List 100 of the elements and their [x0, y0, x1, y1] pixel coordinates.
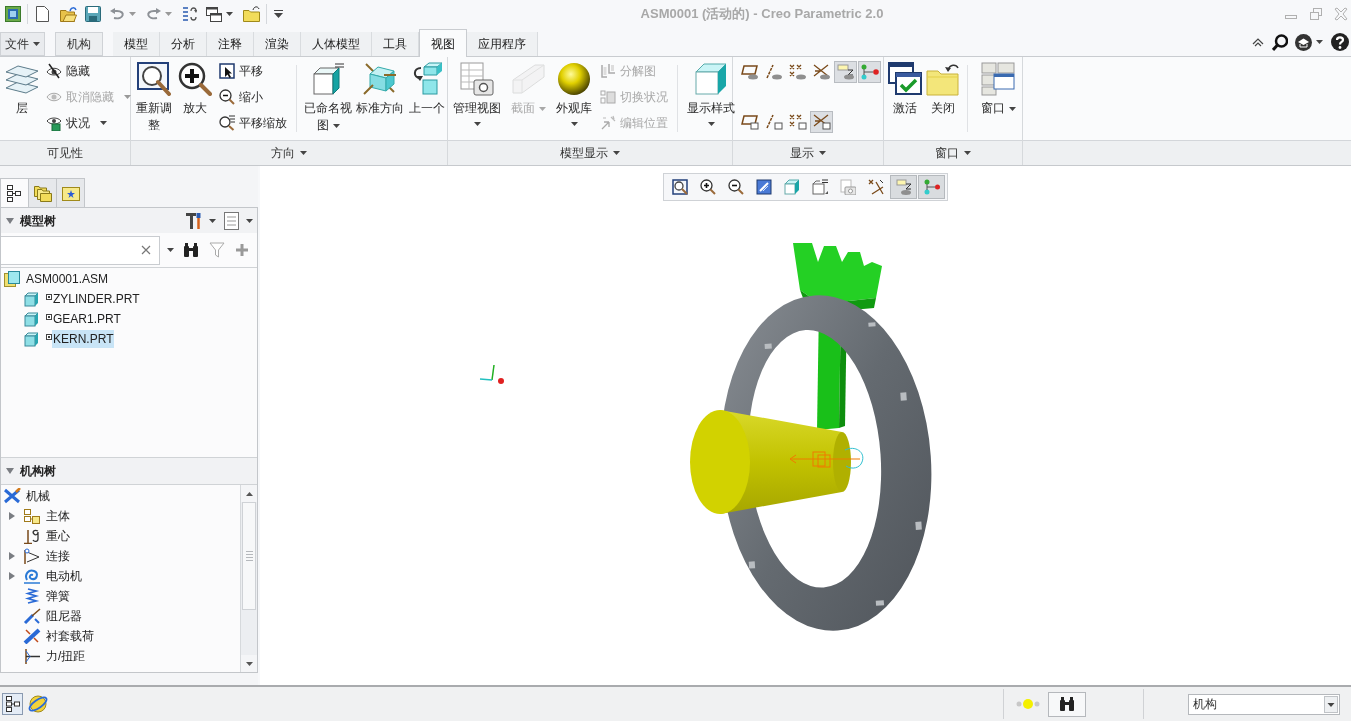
list-icon — [224, 211, 239, 230]
favorites-tab[interactable] — [56, 178, 85, 207]
layers-button[interactable]: 层 — [3, 57, 41, 139]
annotation-display-toggle[interactable] — [834, 61, 857, 83]
graduation-cap-icon[interactable] — [1295, 33, 1312, 51]
customize-toolbar-icon[interactable] — [274, 10, 283, 18]
tree-item[interactable]: ASM0001.ASM — [25, 270, 110, 288]
standard-orientation-button[interactable]: 标准方向 — [355, 57, 405, 139]
manage-views-button[interactable]: 管理视图 — [451, 57, 503, 139]
activate-button[interactable]: 激活 — [887, 57, 923, 139]
ribbon-tab[interactable]: 应用程序 — [467, 32, 538, 56]
caret-icon — [209, 218, 216, 223]
plane-icon — [740, 64, 759, 80]
appearance-gallery-button[interactable]: 外观库 — [553, 57, 595, 139]
save-icon[interactable] — [85, 6, 101, 22]
tree-item[interactable]: 弹簧 — [46, 587, 70, 605]
zoom-out-button[interactable]: 缩小 — [219, 86, 287, 108]
mode-tab[interactable]: 机构 — [55, 32, 103, 56]
binoculars-icon[interactable] — [183, 242, 199, 258]
annotation-display-button[interactable] — [890, 175, 917, 199]
plus-icon[interactable] — [235, 243, 249, 257]
filter-icon[interactable] — [209, 242, 225, 258]
up-arrow-icon — [245, 491, 253, 496]
named-views-button[interactable]: 已命名视图 — [303, 57, 353, 139]
search-field[interactable] — [1, 235, 160, 265]
magnifier-lines-icon — [219, 115, 235, 131]
zoom-in-button[interactable]: 放大 — [176, 57, 214, 139]
ribbon-tab[interactable]: 分析 — [160, 32, 207, 56]
window-menu-button[interactable]: 窗口 — [974, 57, 1022, 139]
caret-icon — [129, 12, 136, 16]
csys-icon — [812, 64, 831, 80]
point-icon — [788, 64, 807, 80]
navigator-toggle-button[interactable] — [2, 693, 23, 715]
previous-view-button[interactable]: 上一个 — [407, 57, 447, 139]
group-menu-button[interactable]: 模型显示 — [560, 144, 620, 162]
list-arrows-icon[interactable] — [182, 6, 197, 22]
ribbon-tab[interactable]: 视图 — [419, 29, 467, 57]
expand-triangle-icon[interactable] — [9, 572, 15, 580]
collapse-triangle-icon[interactable] — [6, 468, 14, 474]
model-tree-tab[interactable] — [0, 178, 29, 207]
file-menu-button[interactable]: 文件 — [0, 32, 45, 56]
view-frame-icon — [811, 179, 828, 195]
close-button[interactable]: 关闭 — [925, 57, 961, 139]
windows-icon[interactable] — [206, 6, 222, 22]
group-menu-button[interactable]: 窗口 — [935, 144, 971, 162]
folder-icon[interactable] — [243, 6, 260, 22]
ringed-globe-icon[interactable] — [28, 694, 48, 714]
scrollbar[interactable] — [240, 485, 257, 672]
spin-center-button[interactable] — [918, 175, 945, 199]
graphics-area[interactable] — [260, 166, 1351, 685]
tree-item[interactable]: 力/扭距 — [46, 647, 86, 665]
ribbon-tab[interactable]: 注释 — [207, 32, 254, 56]
app-icon[interactable] — [5, 6, 21, 22]
group-menu-button[interactable]: 方向 — [271, 144, 307, 162]
tree-item[interactable]: 衬套载荷 — [46, 627, 94, 645]
tree-item[interactable]: 重心 — [46, 527, 70, 545]
ribbon-tab[interactable]: 工具 — [372, 32, 419, 56]
expand-triangle-icon[interactable] — [9, 512, 15, 520]
ribbon-tab[interactable]: 模型 — [113, 32, 160, 56]
show-menu-button[interactable] — [224, 211, 253, 230]
undo-icon[interactable] — [110, 8, 125, 20]
filter-dropdown[interactable]: 机构 — [1188, 693, 1340, 715]
clear-icon[interactable] — [141, 245, 151, 255]
help-icon[interactable] — [1331, 33, 1349, 51]
scroll-down-button[interactable] — [241, 655, 257, 672]
refit-button[interactable]: 重新调整 — [134, 57, 174, 139]
tree-item[interactable]: GEAR1.PRT — [52, 310, 122, 328]
display-style-button[interactable]: 显示样式 — [684, 57, 738, 139]
collapse-ribbon-icon[interactable] — [1252, 37, 1264, 47]
pan-button[interactable]: 平移 — [219, 60, 287, 82]
open-folder-icon[interactable] — [60, 6, 77, 22]
csys-display-toggle[interactable] — [810, 111, 833, 133]
caret-icon — [1316, 40, 1323, 44]
group-menu-button[interactable]: 显示 — [790, 144, 826, 162]
settings-menu-button[interactable] — [185, 211, 216, 230]
search-icon[interactable] — [1272, 33, 1288, 51]
tree-item[interactable]: 主体 — [46, 507, 70, 525]
tree-item[interactable]: ZYLINDER.PRT — [52, 290, 141, 308]
ribbon-tab[interactable]: 渲染 — [254, 32, 301, 56]
tree-item[interactable]: 阻尼器 — [46, 607, 82, 625]
collapse-triangle-icon[interactable] — [6, 217, 14, 224]
pan-zoom-button[interactable]: 平移缩放 — [219, 112, 287, 134]
down-arrow-icon — [245, 661, 253, 666]
scrollbar-thumb[interactable] — [242, 502, 256, 610]
new-file-icon[interactable] — [36, 6, 49, 22]
part-icon — [24, 311, 39, 327]
tree-item[interactable]: 机械 — [26, 487, 50, 505]
find-button[interactable] — [1048, 691, 1086, 717]
spin-center-toggle[interactable] — [858, 61, 881, 83]
expand-triangle-icon[interactable] — [9, 552, 15, 560]
part-icon — [24, 331, 39, 347]
tree-item[interactable]: KERN.PRT — [52, 330, 115, 348]
scroll-up-button[interactable] — [241, 485, 257, 502]
tree-item[interactable]: 电动机 — [46, 567, 82, 585]
redo-icon[interactable] — [146, 8, 161, 20]
zoom-in-icon — [699, 179, 716, 195]
tree-item[interactable]: 连接 — [46, 547, 70, 565]
ribbon-tab[interactable]: 人体模型 — [301, 32, 372, 56]
hide-button[interactable]: 隐藏 — [46, 60, 131, 82]
status-button[interactable]: 状况 — [46, 112, 131, 134]
